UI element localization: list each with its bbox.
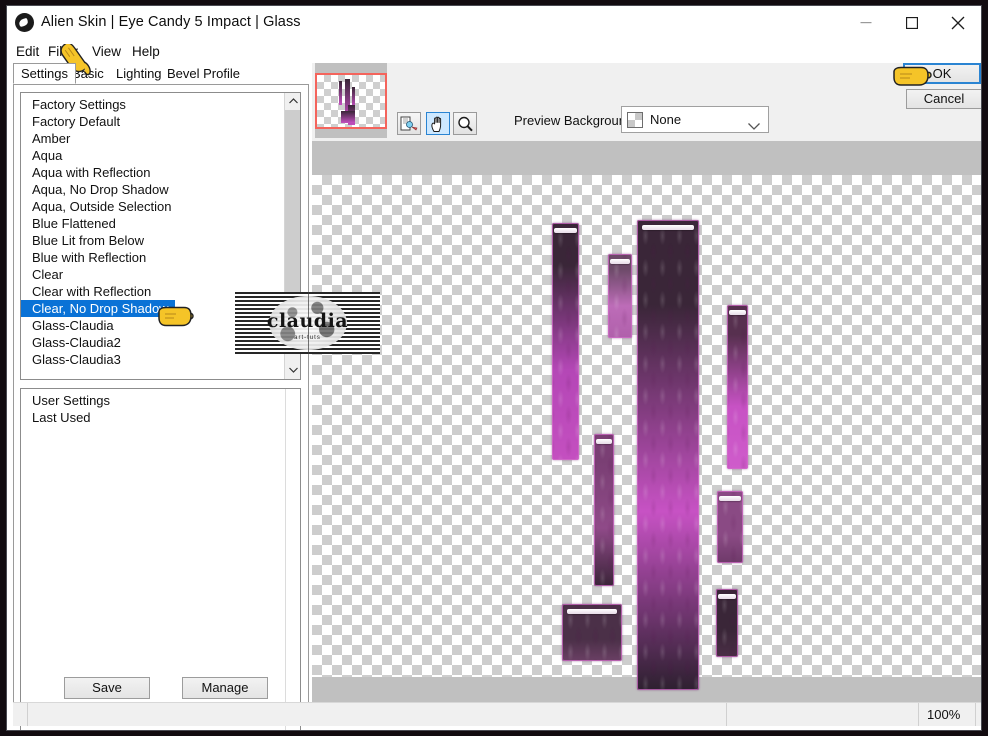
scroll-up-button[interactable] xyxy=(285,93,300,110)
navigator-glass-bar xyxy=(341,111,355,123)
cancel-button[interactable]: Cancel xyxy=(906,89,981,109)
glass-bar-highlight xyxy=(728,310,747,315)
list-item[interactable]: Blue with Reflection xyxy=(21,249,286,266)
maximize-button[interactable] xyxy=(889,6,935,39)
list-item[interactable]: Aqua with Reflection xyxy=(21,164,286,181)
tab-bevel-profile[interactable]: Bevel Profile xyxy=(159,63,248,84)
menu-item-view[interactable]: View xyxy=(89,43,124,60)
status-bar: 100% xyxy=(13,702,981,726)
menu-item-filter[interactable]: Filter xyxy=(45,43,81,60)
list-item[interactable]: Amber xyxy=(21,130,286,147)
glass-bar-rim xyxy=(552,223,579,460)
glass-bar-highlight xyxy=(566,609,618,614)
title-bar: Alien Skin | Eye Candy 5 Impact | Glass xyxy=(7,6,981,40)
zoom-level-text: 100% xyxy=(927,707,961,722)
glass-bar-rim xyxy=(717,491,743,563)
color-picker-tool-button[interactable] xyxy=(397,112,421,135)
glass-bar-rim xyxy=(608,254,632,338)
glass-bar xyxy=(716,589,738,657)
glass-bar-highlight xyxy=(719,496,741,501)
glass-bar-highlight xyxy=(609,259,631,264)
settings-panel: Factory Settings Factory Default Amber Aqua… xyxy=(13,84,309,730)
list-item[interactable]: Factory Settings xyxy=(21,96,286,113)
minimize-button[interactable] xyxy=(843,6,889,39)
ok-button[interactable]: OK xyxy=(903,63,981,84)
list-item[interactable]: Aqua xyxy=(21,147,286,164)
watermark-overlay: claudia art-tuts xyxy=(235,292,380,354)
navigator-panel xyxy=(315,63,387,138)
list-item-label-selected: Clear, No Drop Shadow xyxy=(21,300,175,317)
transparent-checker-swatch-icon xyxy=(627,112,643,128)
zoom-tool-button[interactable] xyxy=(453,112,477,135)
glass-bar xyxy=(608,254,632,338)
list-item[interactable]: User Settings xyxy=(21,392,286,409)
list-item[interactable]: Last Used xyxy=(21,409,286,426)
preview-background-value: None xyxy=(650,112,682,127)
window-title: Alien Skin | Eye Candy 5 Impact | Glass xyxy=(41,14,301,30)
manage-button[interactable]: Manage xyxy=(182,677,268,699)
user-settings-rows: User Settings Last Used xyxy=(21,389,286,426)
application-window: Alien Skin | Eye Candy 5 Impact | Glass … xyxy=(6,5,982,731)
preview-canvas[interactable] xyxy=(312,141,981,711)
glass-bar xyxy=(637,220,699,690)
menu-bar: Edit Filter View Help xyxy=(7,40,981,63)
list-item[interactable]: Factory Default xyxy=(21,113,286,130)
transparency-checkerboard xyxy=(312,175,981,690)
navigator-glass-bar xyxy=(339,81,342,105)
list-item[interactable]: Aqua, No Drop Shadow xyxy=(21,181,286,198)
chevron-down-icon xyxy=(748,117,760,135)
tab-settings[interactable]: Settings xyxy=(13,63,76,84)
list-item[interactable]: Aqua, Outside Selection xyxy=(21,198,286,215)
menu-item-edit[interactable]: Edit xyxy=(13,43,42,60)
glass-bar xyxy=(562,604,622,661)
tab-strip: Settings Basic Lighting Bevel Profile xyxy=(7,63,312,84)
scroll-down-button[interactable] xyxy=(285,362,300,379)
glass-bar xyxy=(727,305,748,469)
glass-bar-rim xyxy=(727,305,748,469)
glass-bar-rim xyxy=(716,589,738,657)
preview-background-select[interactable]: None xyxy=(621,106,769,133)
glass-bar xyxy=(594,434,614,586)
hand-tool-button[interactable] xyxy=(426,112,450,135)
glass-bar-highlight xyxy=(717,594,737,599)
save-button[interactable]: Save xyxy=(64,677,150,699)
glass-bar xyxy=(717,491,743,563)
watermark-divider xyxy=(307,292,309,354)
glass-bar-rim xyxy=(637,220,699,690)
close-button[interactable] xyxy=(935,6,981,39)
navigator-glass-bar xyxy=(352,87,355,107)
glass-bar-highlight xyxy=(595,439,613,444)
status-message-cell xyxy=(27,703,727,726)
list-item[interactable]: Blue Lit from Below xyxy=(21,232,286,249)
glass-bar-rim xyxy=(594,434,614,586)
menu-item-help[interactable]: Help xyxy=(129,43,163,60)
list-item[interactable]: Blue Flattened xyxy=(21,215,286,232)
preview-background-label: Preview Background: xyxy=(514,113,637,128)
navigator-thumbnail[interactable] xyxy=(315,73,387,129)
alien-skin-icon xyxy=(15,13,34,32)
list-item[interactable]: Clear xyxy=(21,266,286,283)
glass-bar xyxy=(552,223,579,460)
glass-bar-highlight xyxy=(641,225,695,230)
glass-bar-highlight xyxy=(554,228,577,233)
